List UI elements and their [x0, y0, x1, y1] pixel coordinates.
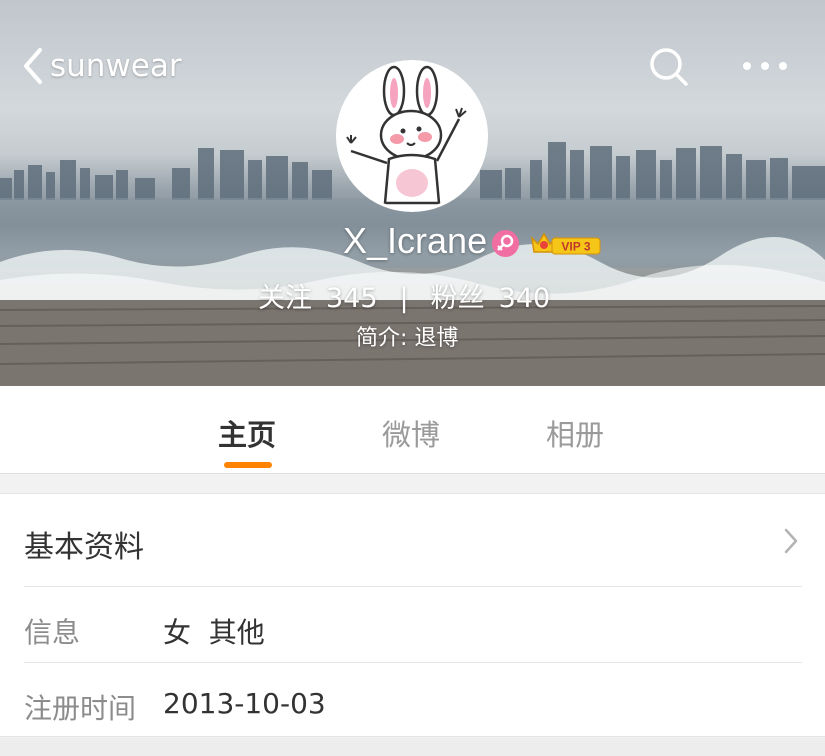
tab-weibo[interactable]: 微博	[382, 412, 440, 454]
vip-badge-text: VIP 3	[561, 240, 590, 254]
tab-home[interactable]: 主页	[218, 412, 276, 454]
active-tab-indicator	[224, 462, 272, 468]
search-icon	[648, 48, 690, 92]
following-stat[interactable]: 关注 345	[258, 276, 378, 315]
chevron-right-icon	[780, 526, 802, 556]
following-label: 关注	[258, 283, 312, 314]
back-label[interactable]: sunwear	[50, 48, 182, 84]
bio-text: 简介: 退博	[356, 326, 459, 351]
followers-label: 粉丝	[430, 283, 485, 314]
avatar[interactable]	[336, 60, 488, 212]
more-button[interactable]	[740, 56, 790, 76]
follow-stats: 关注 345 | 粉丝 340	[258, 276, 551, 315]
tab-album[interactable]: 相册	[546, 412, 604, 454]
profile-tabs: 主页 微博 相册	[0, 386, 825, 474]
followers-count: 340	[498, 283, 551, 314]
basic-info-card: 基本资料 信息 女 其他 注册时间 2013-10-03	[0, 493, 825, 737]
female-icon	[492, 230, 519, 257]
following-count: 345	[326, 283, 378, 314]
info-row-label: 信息	[24, 616, 81, 649]
name-row: X_Icrane VIP 3	[0, 220, 825, 266]
stats-separator: |	[399, 283, 409, 314]
info-row-value: 女 其他	[163, 616, 265, 649]
divider	[24, 586, 802, 587]
cover-background: sunwear X_Icrane VIP 3 关注 345 | 粉丝 340 简…	[0, 0, 825, 386]
bottom-spacer	[0, 738, 825, 756]
bunny-avatar-image	[346, 65, 467, 205]
vip-badge[interactable]: VIP 3	[530, 228, 602, 258]
username: X_Icrane	[343, 220, 488, 261]
chevron-left-icon	[20, 46, 46, 86]
followers-stat[interactable]: 粉丝 340	[431, 276, 551, 315]
back-button[interactable]	[20, 46, 46, 86]
basic-info-title: 基本资料	[24, 530, 144, 565]
more-horizontal-icon	[740, 61, 790, 80]
divider	[24, 662, 802, 663]
basic-info-header[interactable]: 基本资料	[0, 494, 825, 586]
register-time-value: 2013-10-03	[163, 687, 326, 720]
register-time-label: 注册时间	[24, 692, 137, 725]
search-button[interactable]	[648, 46, 690, 88]
